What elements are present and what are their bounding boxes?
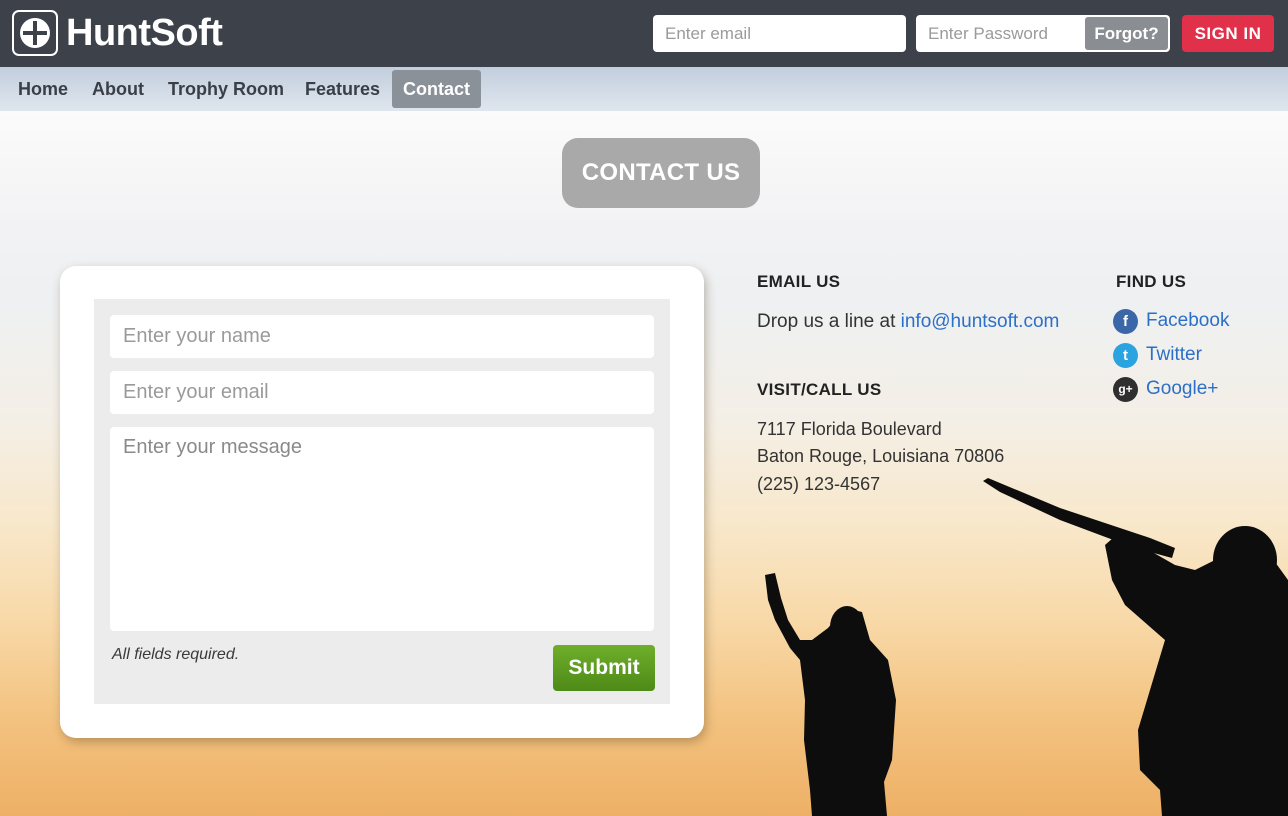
nav-item-home[interactable]: Home (7, 70, 79, 108)
contact-form: All fields required. Submit (94, 299, 670, 704)
google-plus-icon: g+ (1113, 376, 1138, 402)
visit-call-heading: VISIT/CALL US (757, 380, 882, 399)
sign-in-button[interactable]: SIGN IN (1182, 15, 1274, 52)
google-plus-link[interactable]: g+ Google+ (1113, 376, 1218, 402)
forgot-password-button[interactable]: Forgot? (1085, 17, 1168, 50)
nav-item-about[interactable]: About (81, 70, 155, 108)
email-prefix: Drop us a line at (757, 311, 896, 332)
google-plus-label: Google+ (1146, 378, 1219, 399)
address-line-2: Baton Rouge, Louisiana 70806 (757, 446, 1005, 466)
email-us-text: Drop us a line at info@huntsoft.com (757, 311, 1059, 333)
main-nav: Home About Trophy Room Features Contact (0, 67, 1288, 111)
facebook-label: Facebook (1146, 310, 1230, 331)
twitter-label: Twitter (1146, 344, 1202, 365)
top-bar: HuntSoft Forgot? SIGN IN (0, 0, 1288, 67)
email-link[interactable]: info@huntsoft.com (901, 311, 1060, 332)
facebook-icon: f (1113, 308, 1138, 334)
twitter-icon: t (1113, 342, 1138, 368)
login-password-input[interactable] (917, 16, 1085, 51)
nav-item-trophy-room[interactable]: Trophy Room (157, 70, 295, 108)
contact-form-card: All fields required. Submit (60, 266, 704, 738)
required-note: All fields required. (112, 646, 240, 663)
submit-button[interactable]: Submit (553, 645, 655, 691)
name-field[interactable] (110, 315, 654, 358)
brand-name: HuntSoft (66, 12, 223, 54)
crosshair-icon (12, 10, 58, 56)
phone-number: (225) 123-4567 (757, 474, 881, 494)
find-us-heading: FIND US (1116, 272, 1187, 291)
nav-item-contact[interactable]: Contact (392, 70, 481, 108)
page-title: CONTACT US (562, 138, 760, 208)
email-field[interactable] (110, 371, 654, 414)
address-line-1: 7117 Florida Boulevard (757, 419, 942, 439)
nav-item-features[interactable]: Features (294, 70, 391, 108)
login-email-input[interactable] (653, 15, 906, 52)
brand-logo[interactable]: HuntSoft (12, 9, 223, 57)
twitter-link[interactable]: t Twitter (1113, 342, 1202, 368)
email-us-heading: EMAIL US (757, 272, 841, 291)
message-field[interactable] (110, 427, 654, 631)
password-field-group: Forgot? (916, 15, 1170, 52)
facebook-link[interactable]: f Facebook (1113, 308, 1229, 334)
